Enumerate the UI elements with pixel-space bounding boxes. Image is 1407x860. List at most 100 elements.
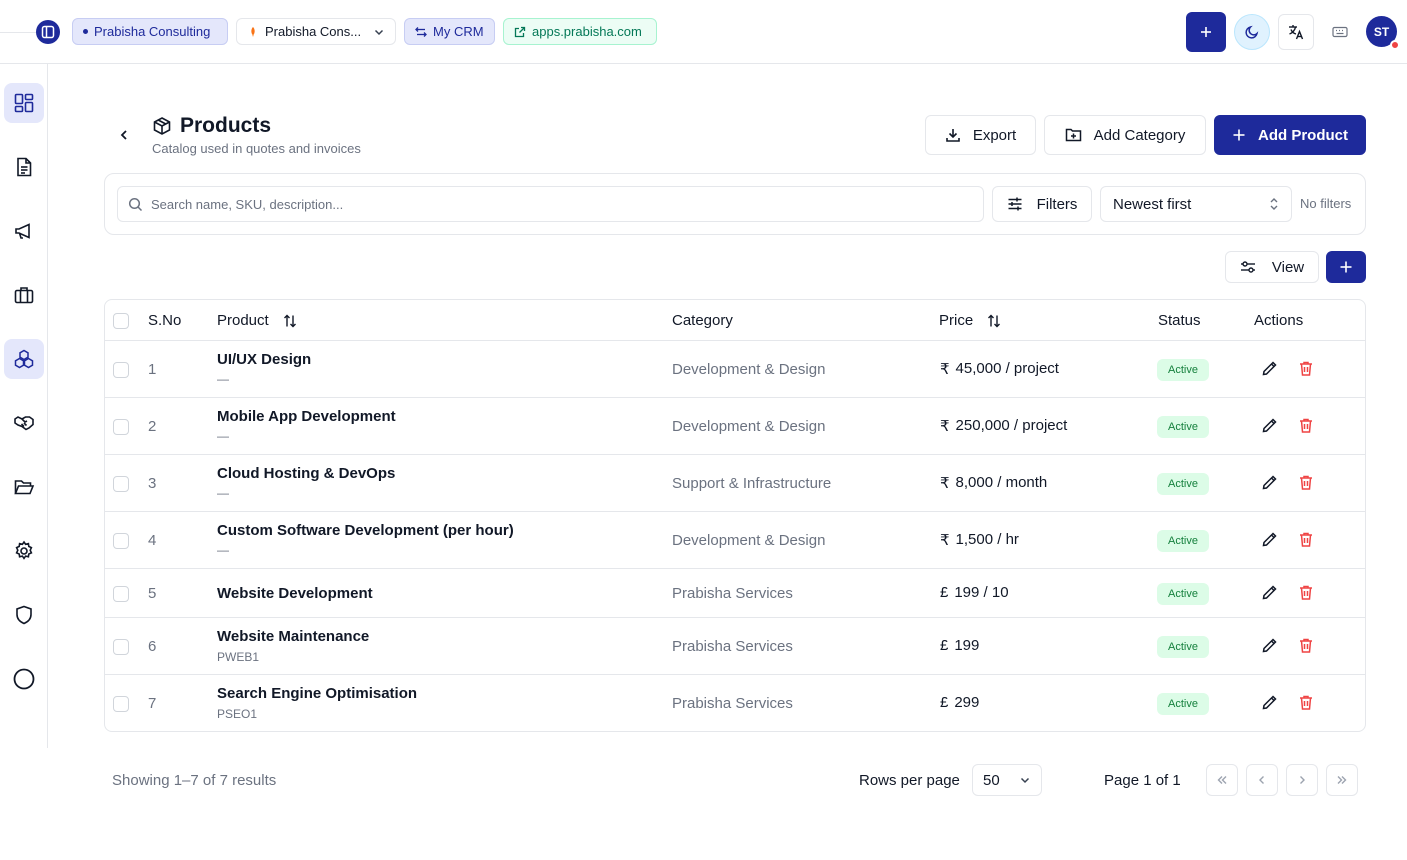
select-all-checkbox[interactable]	[113, 313, 129, 329]
sidebar-toggle-button[interactable]	[36, 20, 60, 44]
add-category-button[interactable]: Add Category	[1044, 115, 1206, 155]
quick-add-button[interactable]	[1186, 12, 1226, 52]
delete-button[interactable]	[1298, 360, 1314, 377]
sidebar-item-products[interactable]	[4, 339, 44, 379]
filters-button[interactable]: Filters	[992, 186, 1092, 222]
back-button[interactable]	[112, 123, 136, 147]
product-name[interactable]: Mobile App Development	[217, 408, 396, 425]
table-add-button[interactable]	[1326, 251, 1366, 283]
row-checkbox[interactable]	[113, 639, 129, 655]
sidebar-item-profile[interactable]	[4, 659, 44, 699]
sidebar-item-settings[interactable]	[4, 531, 44, 571]
row-checkbox[interactable]	[113, 533, 129, 549]
sidebar-item-deals[interactable]	[4, 403, 44, 443]
table-row[interactable]: 7 Search Engine Optimisation PSEO1 Prabi…	[105, 675, 1365, 731]
trash-icon	[1300, 638, 1312, 653]
table-row[interactable]: 6 Website Maintenance PWEB1 Prabisha Ser…	[105, 618, 1365, 675]
next-page-button[interactable]	[1286, 764, 1318, 796]
search-input[interactable]	[151, 196, 983, 212]
row-checkbox[interactable]	[113, 586, 129, 602]
export-button[interactable]: Export	[925, 115, 1036, 155]
delete-button[interactable]	[1298, 474, 1314, 491]
edit-button[interactable]	[1261, 637, 1278, 654]
table-row[interactable]: 1 UI/UX Design — Development & Design ₹4…	[105, 341, 1365, 398]
previous-page-button[interactable]	[1246, 764, 1278, 796]
view-options-button[interactable]: View	[1225, 251, 1319, 283]
product-name[interactable]: Website Maintenance	[217, 628, 369, 645]
edit-button[interactable]	[1261, 694, 1278, 711]
header-category: Category	[672, 312, 733, 329]
row-checkbox[interactable]	[113, 419, 129, 435]
theme-toggle-button[interactable]	[1234, 14, 1270, 50]
sidebar-item-files[interactable]	[4, 467, 44, 507]
edit-button[interactable]	[1261, 417, 1278, 434]
site-link-chip[interactable]: apps.prabisha.com	[503, 18, 657, 45]
table-row[interactable]: 4 Custom Software Development (per hour)…	[105, 512, 1365, 569]
search-box[interactable]	[117, 186, 984, 222]
dashboard-icon	[14, 93, 34, 113]
row-checkbox[interactable]	[113, 476, 129, 492]
edit-button[interactable]	[1261, 474, 1278, 491]
first-page-button[interactable]	[1206, 764, 1238, 796]
product-price: £199	[940, 637, 979, 654]
delete-button[interactable]	[1298, 531, 1314, 548]
header-product-label: Product	[217, 312, 269, 329]
row-checkbox[interactable]	[113, 362, 129, 378]
product-price: ₹1,500 / hr	[940, 531, 1019, 549]
sidebar-item-security[interactable]	[4, 595, 44, 635]
edit-button[interactable]	[1261, 360, 1278, 377]
row-checkbox[interactable]	[113, 696, 129, 712]
product-category: Support & Infrastructure	[672, 475, 832, 492]
product-name[interactable]: Custom Software Development (per hour)	[217, 522, 514, 539]
product-name[interactable]: Cloud Hosting & DevOps	[217, 465, 395, 482]
delete-button[interactable]	[1298, 637, 1314, 654]
chevrons-left-icon	[1217, 776, 1227, 784]
header-price[interactable]: Price	[939, 312, 1001, 329]
sidebar-panel-icon	[41, 25, 55, 39]
sidebar-item-jobs[interactable]	[4, 275, 44, 315]
product-name[interactable]: Website Development	[217, 585, 373, 602]
row-sno: 4	[148, 532, 157, 549]
page-indicator: Page 1 of 1	[1104, 772, 1181, 789]
sort-select[interactable]: Newest first	[1100, 186, 1292, 222]
org-chip[interactable]: Prabisha Consulting	[72, 18, 228, 45]
last-page-button[interactable]	[1326, 764, 1358, 796]
product-sku: —	[217, 486, 229, 500]
delete-button[interactable]	[1298, 417, 1314, 434]
language-button[interactable]	[1278, 14, 1314, 50]
table-header: S.No Product Category Price Status Actio…	[105, 300, 1365, 341]
rows-per-page-label: Rows per page	[859, 772, 960, 789]
pencil-icon	[1262, 475, 1277, 490]
org-select[interactable]: Prabisha Cons...	[236, 18, 396, 45]
rows-per-page-select[interactable]: 50	[972, 764, 1042, 796]
pencil-icon	[1262, 418, 1277, 433]
table-row[interactable]: 5 Website Development Prabisha Services …	[105, 569, 1365, 618]
product-category: Development & Design	[672, 532, 826, 549]
currency-symbol: ₹	[940, 475, 950, 492]
add-product-button[interactable]: Add Product	[1214, 115, 1366, 155]
product-category: Development & Design	[672, 361, 826, 378]
keyboard-shortcuts-button[interactable]	[1322, 14, 1358, 50]
crm-chip[interactable]: My CRM	[404, 18, 495, 45]
product-name[interactable]: UI/UX Design	[217, 351, 311, 368]
product-sku: PWEB1	[217, 650, 260, 664]
edit-button[interactable]	[1261, 584, 1278, 601]
org-select-value: Prabisha Cons...	[265, 24, 362, 39]
status-badge: Active	[1157, 530, 1209, 552]
row-sno: 3	[148, 475, 157, 492]
price-value: 250,000 / project	[955, 417, 1068, 434]
header-actions: Actions	[1254, 312, 1303, 329]
delete-button[interactable]	[1298, 584, 1314, 601]
delete-button[interactable]	[1298, 694, 1314, 711]
sidebar-item-campaigns[interactable]	[4, 211, 44, 251]
pencil-icon	[1262, 532, 1277, 547]
table-row[interactable]: 2 Mobile App Development — Development &…	[105, 398, 1365, 455]
edit-button[interactable]	[1261, 531, 1278, 548]
header-product[interactable]: Product	[217, 312, 297, 329]
product-name[interactable]: Search Engine Optimisation	[217, 685, 417, 702]
table-row[interactable]: 3 Cloud Hosting & DevOps — Support & Inf…	[105, 455, 1365, 512]
row-sno: 2	[148, 418, 157, 435]
sidebar-item-documents[interactable]	[4, 147, 44, 187]
sidebar-item-dashboard[interactable]	[4, 83, 44, 123]
plus-icon	[1233, 129, 1245, 141]
